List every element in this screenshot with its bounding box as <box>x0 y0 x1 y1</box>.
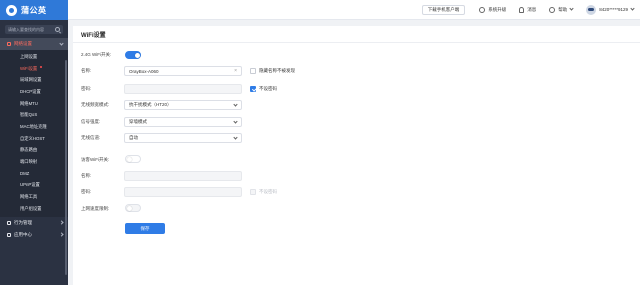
sidebar-item-host[interactable]: 自定义HOST <box>0 133 68 145</box>
chevron-down-icon <box>233 101 238 107</box>
wifi24-password-label: 密码: <box>81 86 92 91</box>
sidebar-group-label: 应用中心 <box>14 231 32 237</box>
sidebar-group-behavior[interactable]: 行为管理 <box>0 217 68 229</box>
toggle-knob <box>134 52 140 58</box>
sidebar-item-internet[interactable]: 上网设置 <box>0 51 68 63</box>
avatar <box>586 4 597 15</box>
guest-wifi-toggle[interactable] <box>125 155 141 163</box>
apps-icon <box>7 232 11 237</box>
toggle-knob <box>126 156 132 162</box>
top-bar: 下载手机客户端 系统升级 消息 帮助 8420*****9129 <box>68 0 640 20</box>
sidebar: 蒲公英 网络设置 上网设置 WiFi设置 局域网设置 DHCP设置 网络MTU … <box>0 0 68 285</box>
sidebar-group-label: 网络设置 <box>14 41 32 46</box>
search-icon[interactable] <box>55 27 60 32</box>
wifi24-password-field[interactable] <box>124 84 242 94</box>
sidebar-group-apps[interactable]: 应用中心 <box>0 229 68 241</box>
brand-name: 蒲公英 <box>21 5 47 15</box>
system-upgrade-button[interactable]: 系统升级 <box>479 6 507 13</box>
speed-limit-toggle[interactable] <box>125 204 141 212</box>
sidebar-item-mac-clone[interactable]: MAC地址克隆 <box>0 121 68 133</box>
sidebar-subnav: 上网设置 WiFi设置 局域网设置 DHCP设置 网络MTU 智能QoS MAC… <box>0 50 68 217</box>
wifi24-name-label: 名称: <box>81 68 92 73</box>
signal-strength-value: 穿墙模式 <box>129 119 147 124</box>
chevron-down-icon <box>630 6 635 11</box>
sidebar-item-user-groups[interactable]: 用户组设置 <box>0 203 68 215</box>
bandwidth-mode-label: 无线频宽模式: <box>81 102 110 107</box>
help-label: 帮助 <box>558 6 568 12</box>
signal-strength-label: 信号强度: <box>81 119 101 124</box>
no-password-label: 不设密码 <box>259 86 277 91</box>
bandwidth-mode-select[interactable]: 抗干扰模式（HT20） <box>124 100 242 110</box>
sidebar-item-upnp[interactable]: UPnP设置 <box>0 180 68 192</box>
sidebar-item-network-tools[interactable]: 网络工具 <box>0 191 68 203</box>
download-client-button[interactable]: 下载手机客户端 <box>421 4 466 15</box>
help-menu[interactable]: 帮助 <box>549 6 574 13</box>
hide-name-label: 隐藏名称不被发现 <box>259 68 295 73</box>
sidebar-group-network[interactable]: 网络设置 <box>0 38 68 50</box>
upgrade-icon <box>479 6 486 13</box>
sidebar-item-port-mapping[interactable]: 端口映射 <box>0 156 68 168</box>
sidebar-search-input[interactable] <box>8 27 54 32</box>
sidebar-item-wifi[interactable]: WiFi设置 <box>0 63 68 75</box>
messages-button[interactable]: 消息 <box>519 6 537 13</box>
sidebar-group-label: 行为管理 <box>14 219 32 225</box>
guest-name-field[interactable] <box>124 171 242 181</box>
wifi24-toggle[interactable] <box>125 51 141 59</box>
user-menu[interactable]: 8420*****9129 <box>586 4 635 15</box>
save-button[interactable]: 保存 <box>125 223 165 234</box>
signal-strength-select[interactable]: 穿墙模式 <box>124 117 242 127</box>
guest-no-password-label: 不设密码 <box>259 189 277 194</box>
logo-icon <box>6 4 17 16</box>
network-settings-icon <box>7 42 11 46</box>
bell-icon <box>519 6 525 13</box>
new-dot-badge <box>40 65 42 68</box>
sidebar-item-label: WiFi设置 <box>20 65 38 71</box>
wifi24-toggle-label: 2.4G WiFi开关: <box>81 52 112 57</box>
clear-icon[interactable]: × <box>234 68 237 74</box>
sidebar-item-dmz[interactable]: DMZ <box>0 168 68 180</box>
sidebar-search <box>5 25 63 34</box>
behavior-icon <box>7 220 11 225</box>
sidebar-item-static-route[interactable]: 静态路由 <box>0 145 68 157</box>
help-icon <box>549 6 556 13</box>
wifi-settings-panel: WiFi设置 2.4G WiFi开关: 名称: OrayBox-A060 × 隐… <box>73 26 640 285</box>
guest-no-password-checkbox[interactable] <box>250 189 256 195</box>
hide-name-checkbox[interactable] <box>250 68 256 74</box>
chevron-right-icon <box>59 220 64 225</box>
bandwidth-mode-value: 抗干扰模式（HT20） <box>129 102 172 107</box>
sidebar-item-lan[interactable]: 局域网设置 <box>0 74 68 86</box>
guest-wifi-toggle-label: 访客WiFi开关: <box>81 157 110 162</box>
chevron-down-icon <box>569 6 574 11</box>
system-upgrade-label: 系统升级 <box>488 6 507 12</box>
messages-label: 消息 <box>527 6 537 12</box>
sidebar-item-mtu[interactable]: 网络MTU <box>0 98 68 110</box>
sidebar-item-dhcp[interactable]: DHCP设置 <box>0 86 68 98</box>
guest-password-field[interactable] <box>124 187 242 197</box>
guest-password-label: 密码: <box>81 189 92 194</box>
chevron-down-icon <box>233 118 238 124</box>
wireless-channel-select[interactable]: 自动 <box>124 133 242 143</box>
brand-logo[interactable]: 蒲公英 <box>0 0 68 20</box>
wifi24-name-value: OrayBox-A060 <box>129 68 159 74</box>
guest-name-label: 名称: <box>81 173 92 178</box>
speed-limit-label: 上网速度限制: <box>81 206 110 211</box>
user-account: 8420*****9129 <box>599 7 628 12</box>
sidebar-item-qos[interactable]: 智能QoS <box>0 109 68 121</box>
wireless-channel-label: 无线信道: <box>81 135 101 140</box>
chevron-down-icon <box>233 134 238 140</box>
wireless-channel-value: 自动 <box>129 135 138 140</box>
sidebar-scrollbar[interactable] <box>65 60 67 275</box>
toggle-knob <box>126 205 132 211</box>
page-title: WiFi设置 <box>73 26 640 43</box>
chevron-down-icon <box>59 41 64 46</box>
wifi24-name-field[interactable]: OrayBox-A060 × <box>124 66 242 76</box>
no-password-checkbox[interactable] <box>250 86 256 92</box>
chevron-right-icon <box>59 232 64 237</box>
